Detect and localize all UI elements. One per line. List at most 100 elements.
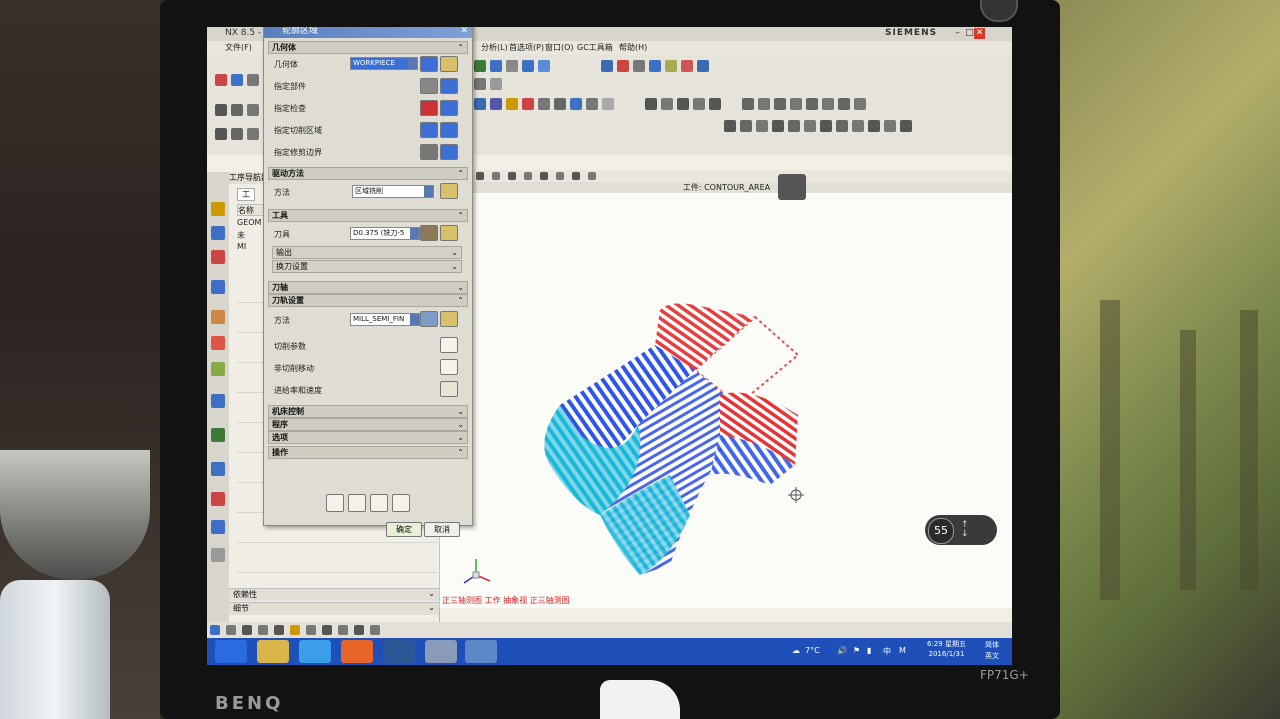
operation-navigator-icon[interactable]: [211, 280, 225, 294]
constraint-navigator-icon[interactable]: [211, 250, 225, 264]
nx-app-icon[interactable]: [465, 640, 497, 663]
section-tool[interactable]: 工具 ⌃: [268, 209, 468, 222]
tool-output-group[interactable]: 输出 ⌄: [272, 246, 462, 259]
menu-gc-toolbox[interactable]: GC工具箱: [577, 42, 613, 53]
section-drive-method[interactable]: 驱动方法 ⌃: [268, 167, 468, 180]
file-explorer-icon[interactable]: [257, 640, 289, 663]
tool-navigator-icon[interactable]: [211, 336, 225, 350]
part-navigator-icon[interactable]: [211, 226, 225, 240]
menu-analysis[interactable]: 分析(L): [481, 42, 508, 53]
new-tool-button[interactable]: [420, 225, 438, 241]
tool-change-group[interactable]: 换刀设置 ⌄: [272, 260, 462, 273]
dependencies-panel[interactable]: 依赖性 ⌄: [229, 588, 439, 601]
zoom-arrows-icon[interactable]: ↑ ↓: [961, 521, 969, 539]
cut-params-button[interactable]: [440, 337, 458, 353]
feeds-speeds-button[interactable]: [440, 381, 458, 397]
replay-path-icon[interactable]: [348, 494, 366, 512]
specify-cut-area-label: 指定切削区域: [274, 126, 322, 135]
palette-icon[interactable]: [211, 492, 225, 506]
section-machine-control[interactable]: 机床控制 ⌄: [268, 405, 468, 418]
specify-check-button[interactable]: [420, 100, 438, 116]
menu-help[interactable]: 帮助(H): [619, 42, 647, 53]
navigator-tab[interactable]: 工: [237, 188, 255, 201]
graphics-window[interactable]: 工件: CONTOUR_AREA 55 ↑ ↓ 正三轴测图 工作 抽象视 正三轴…: [439, 170, 1012, 608]
weather-icon[interactable]: ☁: [792, 646, 800, 655]
zoom-level: 55: [928, 518, 954, 544]
chevron-down-icon: ⌄: [457, 283, 464, 292]
list-path-icon[interactable]: [392, 494, 410, 512]
display-trim-button[interactable]: [440, 144, 458, 160]
tree-row[interactable]: GEOM: [237, 218, 261, 227]
new-method-button[interactable]: [420, 311, 438, 327]
edit-geometry-button[interactable]: [440, 56, 458, 72]
reuse-library-icon[interactable]: [211, 362, 225, 376]
ime-badge-2[interactable]: 英文: [985, 651, 999, 661]
display-cut-area-button[interactable]: [440, 122, 458, 138]
menu-file[interactable]: 文件(F): [225, 42, 252, 53]
menu-preferences[interactable]: 首选项(P): [509, 42, 544, 53]
specify-part-button[interactable]: [420, 78, 438, 94]
tree-row[interactable]: 未: [237, 230, 245, 241]
assembly-navigator-icon[interactable]: [211, 202, 225, 216]
section-geometry[interactable]: 几何体 ⌃: [268, 41, 468, 54]
contour-area-dialog: 轮廓区域 ✕ 几何体 ⌃ 几何体 WORKPIECE 指定部件 指定检查 指定切削…: [263, 27, 473, 537]
network-icon[interactable]: ▮: [867, 646, 871, 655]
vendor-logo: SIEMENS: [885, 28, 938, 38]
edit-method-button[interactable]: [440, 311, 458, 327]
non-cut-moves-button[interactable]: [440, 359, 458, 375]
section-tool-axis[interactable]: 刀轴 ⌄: [268, 281, 468, 294]
speaker-icon[interactable]: 🔊: [837, 646, 847, 655]
section-axis-label: 刀轴: [272, 283, 288, 292]
ime-mode[interactable]: M: [899, 646, 906, 655]
ie-icon[interactable]: [215, 640, 247, 663]
taskbar-clock[interactable]: 6:29 星期五 2016/1/31: [927, 639, 966, 659]
ok-button[interactable]: 确定: [386, 522, 422, 537]
chevron-down-icon: [408, 58, 417, 69]
new-geometry-button[interactable]: [420, 56, 438, 72]
screenshot-icon[interactable]: [778, 174, 806, 200]
web-browser-icon[interactable]: [211, 394, 225, 408]
cancel-button[interactable]: 取消: [424, 522, 460, 537]
toolbar-row-1: [472, 57, 711, 75]
status-bar: [207, 622, 1012, 638]
system-materials-icon[interactable]: [211, 548, 225, 562]
specify-trim-button[interactable]: [420, 144, 438, 160]
roles-icon[interactable]: [211, 520, 225, 534]
specify-cut-area-button[interactable]: [420, 122, 438, 138]
path-method-select[interactable]: MILL_SEMI_FIN: [350, 313, 420, 326]
minimize-button[interactable]: –: [952, 28, 963, 39]
section-path-settings[interactable]: 刀轨设置 ⌃: [268, 294, 468, 307]
clock-icon[interactable]: [211, 462, 225, 476]
tree-row[interactable]: MI: [237, 242, 246, 251]
ime-badge[interactable]: 简体: [985, 640, 999, 650]
edit-tool-button[interactable]: [440, 225, 458, 241]
nx-window-icon[interactable]: [425, 640, 457, 663]
background-right-wall: [1040, 0, 1280, 719]
toolbar-left-2: [213, 101, 261, 122]
chevron-down-icon: ⌄: [457, 420, 464, 429]
generate-path-icon[interactable]: [326, 494, 344, 512]
geometry-select[interactable]: WORKPIECE: [350, 57, 418, 70]
media-player-icon[interactable]: [341, 640, 373, 663]
flag-icon[interactable]: ⚑: [853, 646, 860, 655]
close-button[interactable]: ✕: [974, 28, 985, 39]
machine-navigator-icon[interactable]: [211, 310, 225, 324]
display-check-button[interactable]: [440, 100, 458, 116]
tool-select[interactable]: D0.375 (铣刀-5: [350, 227, 420, 240]
edit-drive-method-button[interactable]: [440, 183, 458, 199]
chevron-down-icon: ⌄: [428, 589, 435, 598]
word-icon[interactable]: [383, 640, 415, 663]
section-actions[interactable]: 操作 ⌃: [268, 446, 468, 459]
section-options[interactable]: 选项 ⌄: [268, 431, 468, 444]
menu-window[interactable]: 窗口(O): [545, 42, 574, 53]
ime-language[interactable]: 中: [883, 646, 891, 657]
history-icon[interactable]: [211, 428, 225, 442]
ie-browser-icon[interactable]: [299, 640, 331, 663]
verify-path-icon[interactable]: [370, 494, 388, 512]
section-program[interactable]: 程序 ⌄: [268, 418, 468, 431]
details-panel[interactable]: 细节 ⌄: [229, 602, 439, 615]
zoom-widget[interactable]: 55 ↑ ↓: [925, 515, 997, 545]
dialog-close-button[interactable]: ✕: [460, 27, 468, 38]
display-part-button[interactable]: [440, 78, 458, 94]
drive-method-select[interactable]: 区域铣削: [352, 185, 434, 198]
